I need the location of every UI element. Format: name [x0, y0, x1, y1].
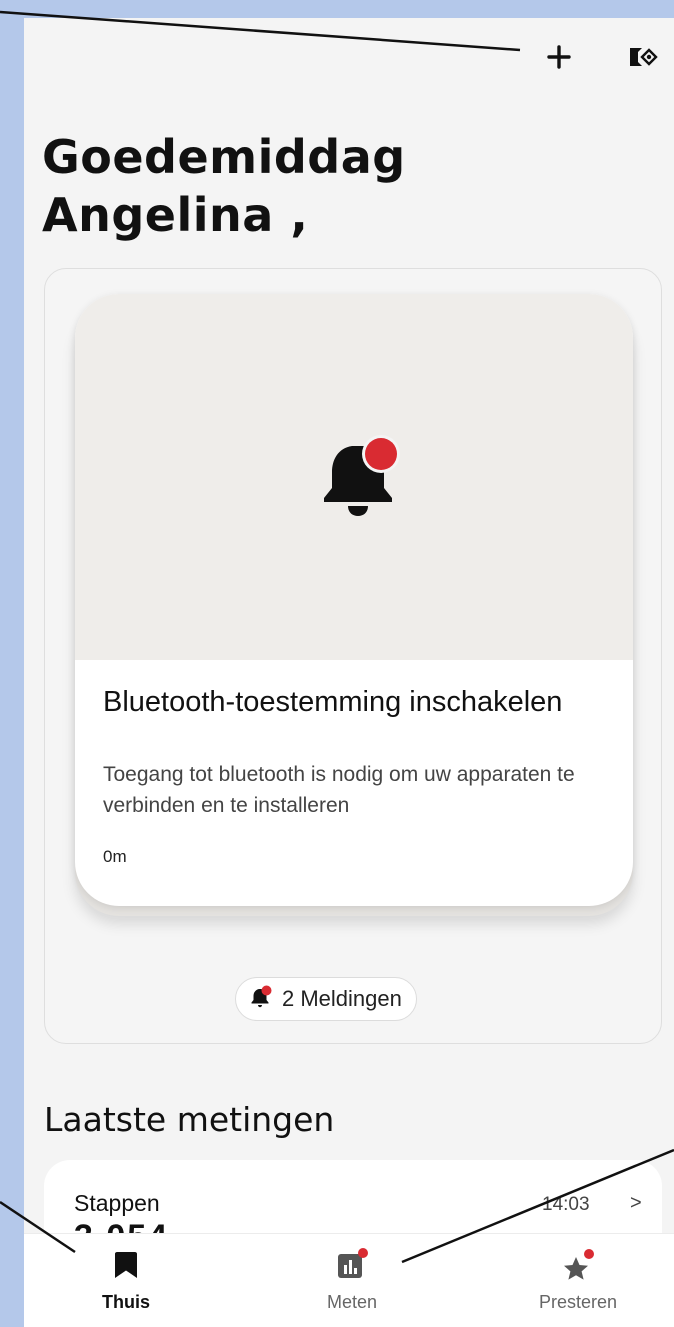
bottom-navigation: Thuis Meten Presteren	[24, 1233, 674, 1327]
screenshot-frame-top	[0, 0, 674, 18]
notifications-panel: Bluetooth-toestemming inschakelen Toegan…	[44, 268, 662, 1044]
nav-item-presteren[interactable]: Presteren	[498, 1234, 658, 1327]
nav-label-meten: Meten	[326, 1292, 378, 1312]
greeting-line-1: Goedemiddag	[42, 130, 406, 184]
notification-title: Bluetooth-toestemming inschakelen	[103, 686, 563, 718]
greeting-line-2: Angelina ,	[42, 188, 309, 242]
device-scan-icon[interactable]	[626, 42, 658, 72]
bell-icon	[313, 434, 403, 524]
star-icon	[561, 1248, 595, 1282]
notification-card-media	[75, 294, 633, 660]
latest-measurements-title: Laatste metingen	[44, 1100, 335, 1139]
bar-chart-icon	[335, 1248, 369, 1282]
nav-label-thuis: Thuis	[102, 1292, 150, 1312]
screenshot-frame-left	[0, 0, 24, 1327]
nav-item-meten[interactable]: Meten	[272, 1234, 432, 1327]
measurement-time: 14:03	[542, 1194, 590, 1215]
nav-label-presteren: Presteren	[538, 1292, 618, 1312]
notifications-count-button[interactable]: 2 Meldingen	[235, 977, 417, 1021]
notification-card[interactable]: Bluetooth-toestemming inschakelen Toegan…	[75, 294, 633, 906]
notification-time: 0m	[103, 847, 127, 866]
notification-description: Toegang tot bluetooth is nodig om uw app…	[103, 763, 575, 817]
app-screen: Goedemiddag Angelina , Bluetooth-toestem…	[24, 18, 674, 1327]
notifications-count-label: 2 Meldingen	[282, 986, 402, 1011]
measurement-name: Stappen	[74, 1190, 160, 1216]
bell-small-icon	[248, 984, 274, 1015]
chevron-right-icon: >	[630, 1192, 642, 1214]
greeting-title: Goedemiddag Angelina ,	[42, 128, 642, 244]
home-icon	[109, 1248, 143, 1282]
plus-icon[interactable]	[544, 42, 574, 72]
nav-item-thuis[interactable]: Thuis	[46, 1234, 206, 1327]
